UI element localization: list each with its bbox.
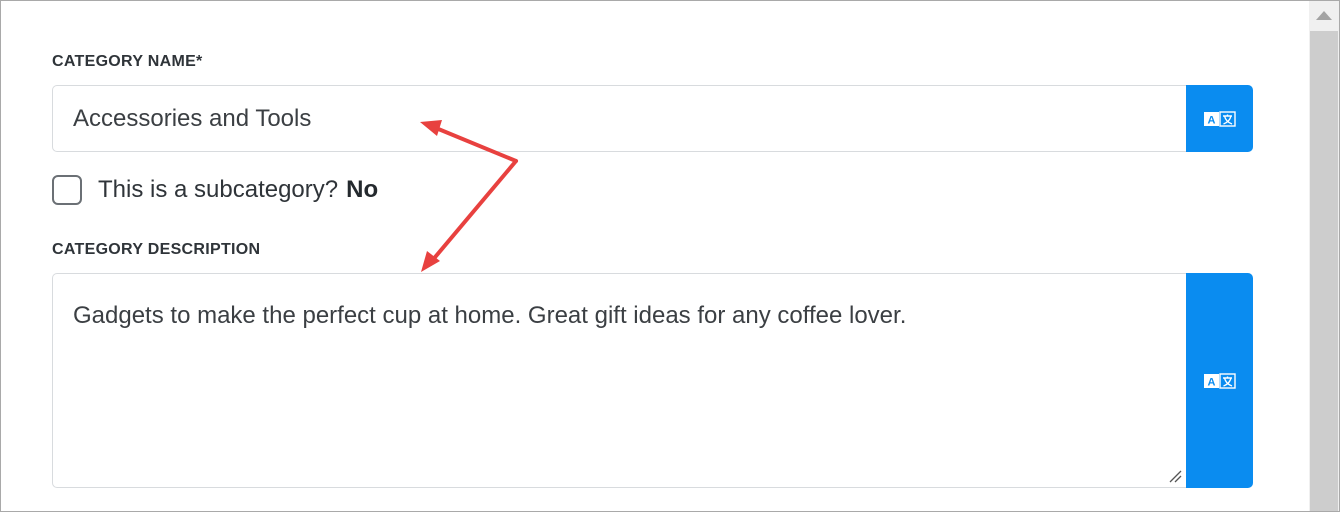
translate-icon: A <box>1203 110 1236 127</box>
category-description-translate-button[interactable]: A <box>1186 273 1253 488</box>
subcategory-label: This is a subcategory? <box>98 176 339 203</box>
category-description-text: Gadgets to make the perfect cup at home.… <box>73 302 907 329</box>
scroll-up-arrow-icon[interactable] <box>1309 1 1339 29</box>
category-name-input[interactable]: Accessories and Tools <box>52 85 1186 152</box>
scroll-thumb[interactable] <box>1310 31 1338 511</box>
subcategory-row: This is a subcategory? No <box>52 172 378 208</box>
subcategory-checkbox[interactable] <box>52 175 82 205</box>
resize-grip-icon[interactable] <box>1168 469 1182 483</box>
category-description-label: CATEGORY DESCRIPTION <box>52 241 261 258</box>
subcategory-value: No <box>346 176 379 203</box>
translate-icon: A <box>1203 372 1236 389</box>
category-description-group: Gadgets to make the perfect cup at home.… <box>52 273 1253 488</box>
category-description-textarea[interactable]: Gadgets to make the perfect cup at home.… <box>52 273 1186 488</box>
svg-text:A: A <box>1207 376 1215 388</box>
category-name-group: Accessories and Tools A <box>52 85 1253 152</box>
svg-text:A: A <box>1207 114 1215 126</box>
category-name-translate-button[interactable]: A <box>1186 85 1253 152</box>
vertical-scrollbar[interactable] <box>1309 1 1339 511</box>
category-name-label: CATEGORY NAME* <box>52 53 203 70</box>
